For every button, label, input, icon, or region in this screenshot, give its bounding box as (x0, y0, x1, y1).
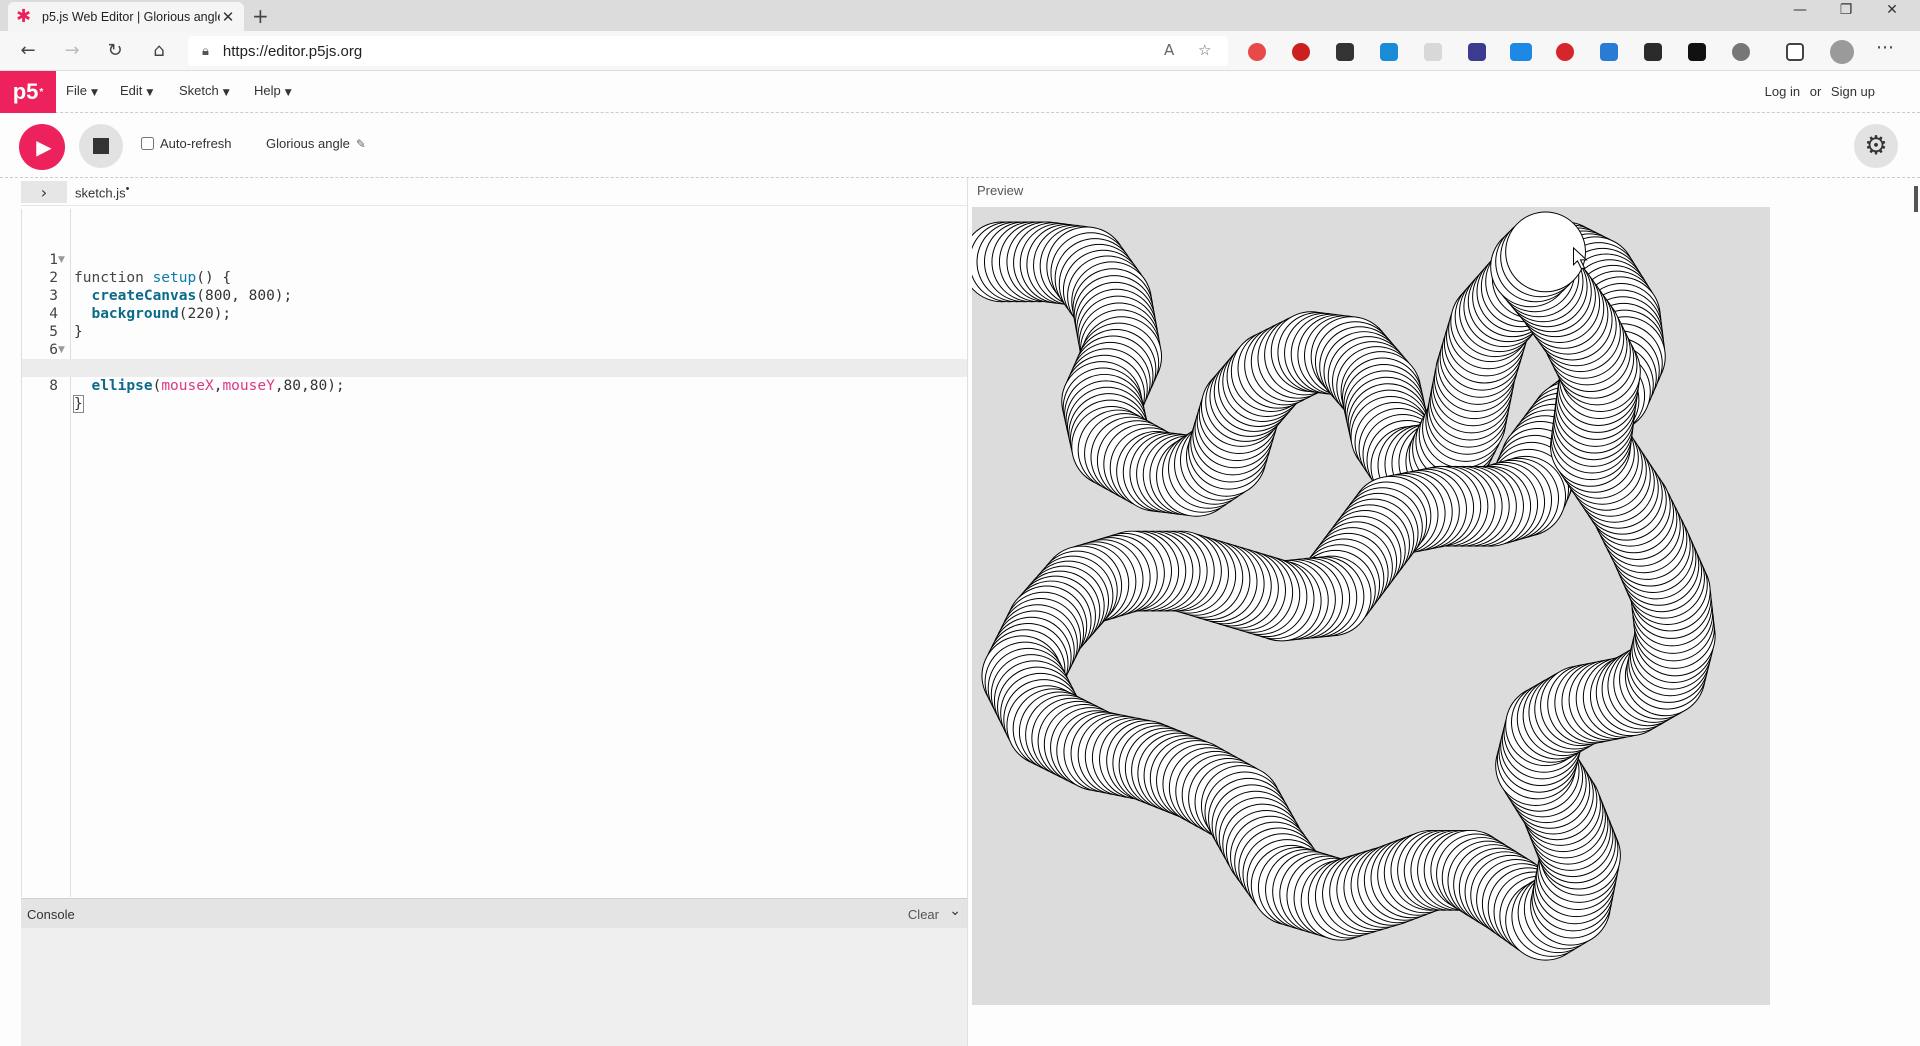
pane-divider[interactable] (967, 178, 968, 1046)
console-clear-button[interactable]: Clear (908, 907, 939, 922)
close-window-button[interactable]: ✕ (1872, 2, 1912, 18)
code-line-8[interactable]: 8 } (22, 359, 968, 413)
favorite-star-icon[interactable]: ☆ (1198, 41, 1211, 59)
read-aloud-icon[interactable]: A (1164, 41, 1174, 59)
code-lines: 1 ▼ function setup() { 2 createCanvas(800… (22, 233, 968, 413)
extension-icon-3[interactable] (1336, 43, 1354, 61)
code-line-4[interactable]: 4 } (22, 287, 968, 340)
code-editor[interactable]: 1 ▼ function setup() { 2 createCanvas(800… (21, 209, 968, 897)
chevron-right-icon: › (40, 182, 48, 202)
gear-icon: ⚙ (1864, 131, 1888, 161)
extension-icon-6[interactable] (1468, 43, 1486, 61)
caret-down-icon: ▼ (284, 88, 292, 98)
home-icon[interactable]: ⌂ (147, 39, 171, 63)
p5-navbar: p5 * File ▼ Edit ▼ Sketch ▼ Help ▼ Log in or … (0, 71, 1920, 113)
extension-icon-8[interactable] (1556, 43, 1574, 61)
new-tab-button[interactable]: + (252, 4, 269, 28)
console-output (21, 928, 967, 1046)
extension-icon-7[interactable] (1510, 43, 1532, 61)
extension-icon-11[interactable] (1688, 43, 1706, 61)
or-text: or (1809, 84, 1822, 99)
console-title: Console (27, 907, 75, 922)
browser-tabstrip: ✱ p5.js Web Editor | Glorious angle ✕ + … (0, 0, 1920, 31)
code-line-1[interactable]: 1 ▼ function setup() { (22, 233, 968, 286)
caret-down-icon: ▼ (222, 88, 230, 98)
project-name[interactable]: Glorious angle ✎ (266, 136, 366, 151)
preview-canvas[interactable] (972, 207, 1770, 1005)
lock-icon: 🔒︎ (202, 43, 209, 59)
restore-button[interactable]: ❐ (1826, 2, 1866, 18)
extension-icon-1[interactable] (1248, 43, 1266, 61)
code-line-3[interactable]: 3 background(220); (22, 269, 968, 322)
extension-icon-2[interactable] (1292, 43, 1310, 61)
sketch-toolbar: ▶ Auto-refresh Glorious angle ✎ ⚙ (0, 113, 1920, 178)
extension-icon-5[interactable] (1424, 43, 1442, 61)
extension-icon-12[interactable] (1732, 43, 1750, 61)
scrollbar-thumb[interactable] (1914, 186, 1918, 212)
stop-button[interactable] (79, 124, 123, 168)
preview-label: Preview (977, 183, 1024, 198)
play-button[interactable]: ▶ (19, 124, 65, 170)
code-line-2[interactable]: 2 createCanvas(800, 800); (22, 251, 968, 304)
url-text: https://editor.p5js.org (222, 42, 363, 60)
auto-refresh-toggle[interactable]: Auto-refresh (141, 136, 232, 151)
extension-icon-9[interactable] (1600, 43, 1618, 61)
pencil-edit-icon[interactable]: ✎ (356, 137, 366, 151)
sketch-drawing (972, 211, 1716, 961)
p5-favicon-icon: ✱ (16, 5, 32, 27)
code-line-7[interactable]: 7 ellipse(mouseX,mouseY,80,80); (22, 341, 968, 394)
sidebar-toggle-button[interactable]: › (21, 181, 67, 203)
back-arrow-icon[interactable]: ← (16, 39, 40, 63)
auth-links: Log in or Sign up (1759, 84, 1875, 99)
close-tab-icon[interactable]: ✕ (220, 8, 236, 26)
minimize-button[interactable]: — (1780, 2, 1820, 18)
menu-file[interactable]: File ▼ (66, 83, 98, 98)
auto-refresh-checkbox[interactable] (141, 137, 154, 150)
p5-logo[interactable]: p5 * (0, 71, 56, 113)
caret-down-icon: ▼ (90, 88, 98, 98)
profile-avatar[interactable] (1830, 40, 1854, 64)
auto-refresh-label: Auto-refresh (160, 136, 232, 151)
refresh-icon[interactable]: ↻ (103, 39, 127, 63)
extension-icon-10[interactable] (1644, 43, 1662, 61)
editor-header-divider (21, 205, 967, 206)
more-options-icon[interactable]: ⋯ (1876, 37, 1894, 58)
code-line-6[interactable]: 6▼ function draw() { (22, 323, 968, 377)
login-link[interactable]: Log in (1765, 84, 1800, 99)
play-icon: ▶ (36, 135, 52, 159)
collections-icon[interactable] (1786, 43, 1804, 61)
unsaved-indicator: • (125, 183, 130, 195)
browser-navbar: ← → ↻ ⌂ 🔒︎ https://editor.p5js.org A ☆ ⋯ (0, 31, 1920, 71)
forward-arrow-icon[interactable]: → (60, 39, 84, 63)
console-header: Console Clear ⌄ (21, 898, 967, 928)
menu-edit[interactable]: Edit ▼ (120, 83, 153, 98)
file-tab-sketch-js[interactable]: sketch.js• (75, 183, 129, 200)
tab-title: p5.js Web Editor | Glorious angle (42, 9, 220, 24)
browser-tab[interactable]: ✱ p5.js Web Editor | Glorious angle ✕ (8, 2, 244, 31)
stop-icon (93, 138, 109, 154)
settings-gear-button[interactable]: ⚙ (1854, 124, 1898, 168)
extension-icon-4[interactable] (1380, 43, 1398, 61)
menu-sketch[interactable]: Sketch ▼ (179, 83, 230, 98)
address-bar[interactable]: 🔒︎ https://editor.p5js.org A ☆ (188, 36, 1228, 66)
caret-down-icon: ▼ (146, 88, 154, 98)
menu-help[interactable]: Help ▼ (254, 83, 292, 98)
code-line-5[interactable]: 5 (22, 305, 968, 340)
chevron-down-icon[interactable]: ⌄ (949, 903, 961, 919)
signup-link[interactable]: Sign up (1831, 84, 1875, 99)
